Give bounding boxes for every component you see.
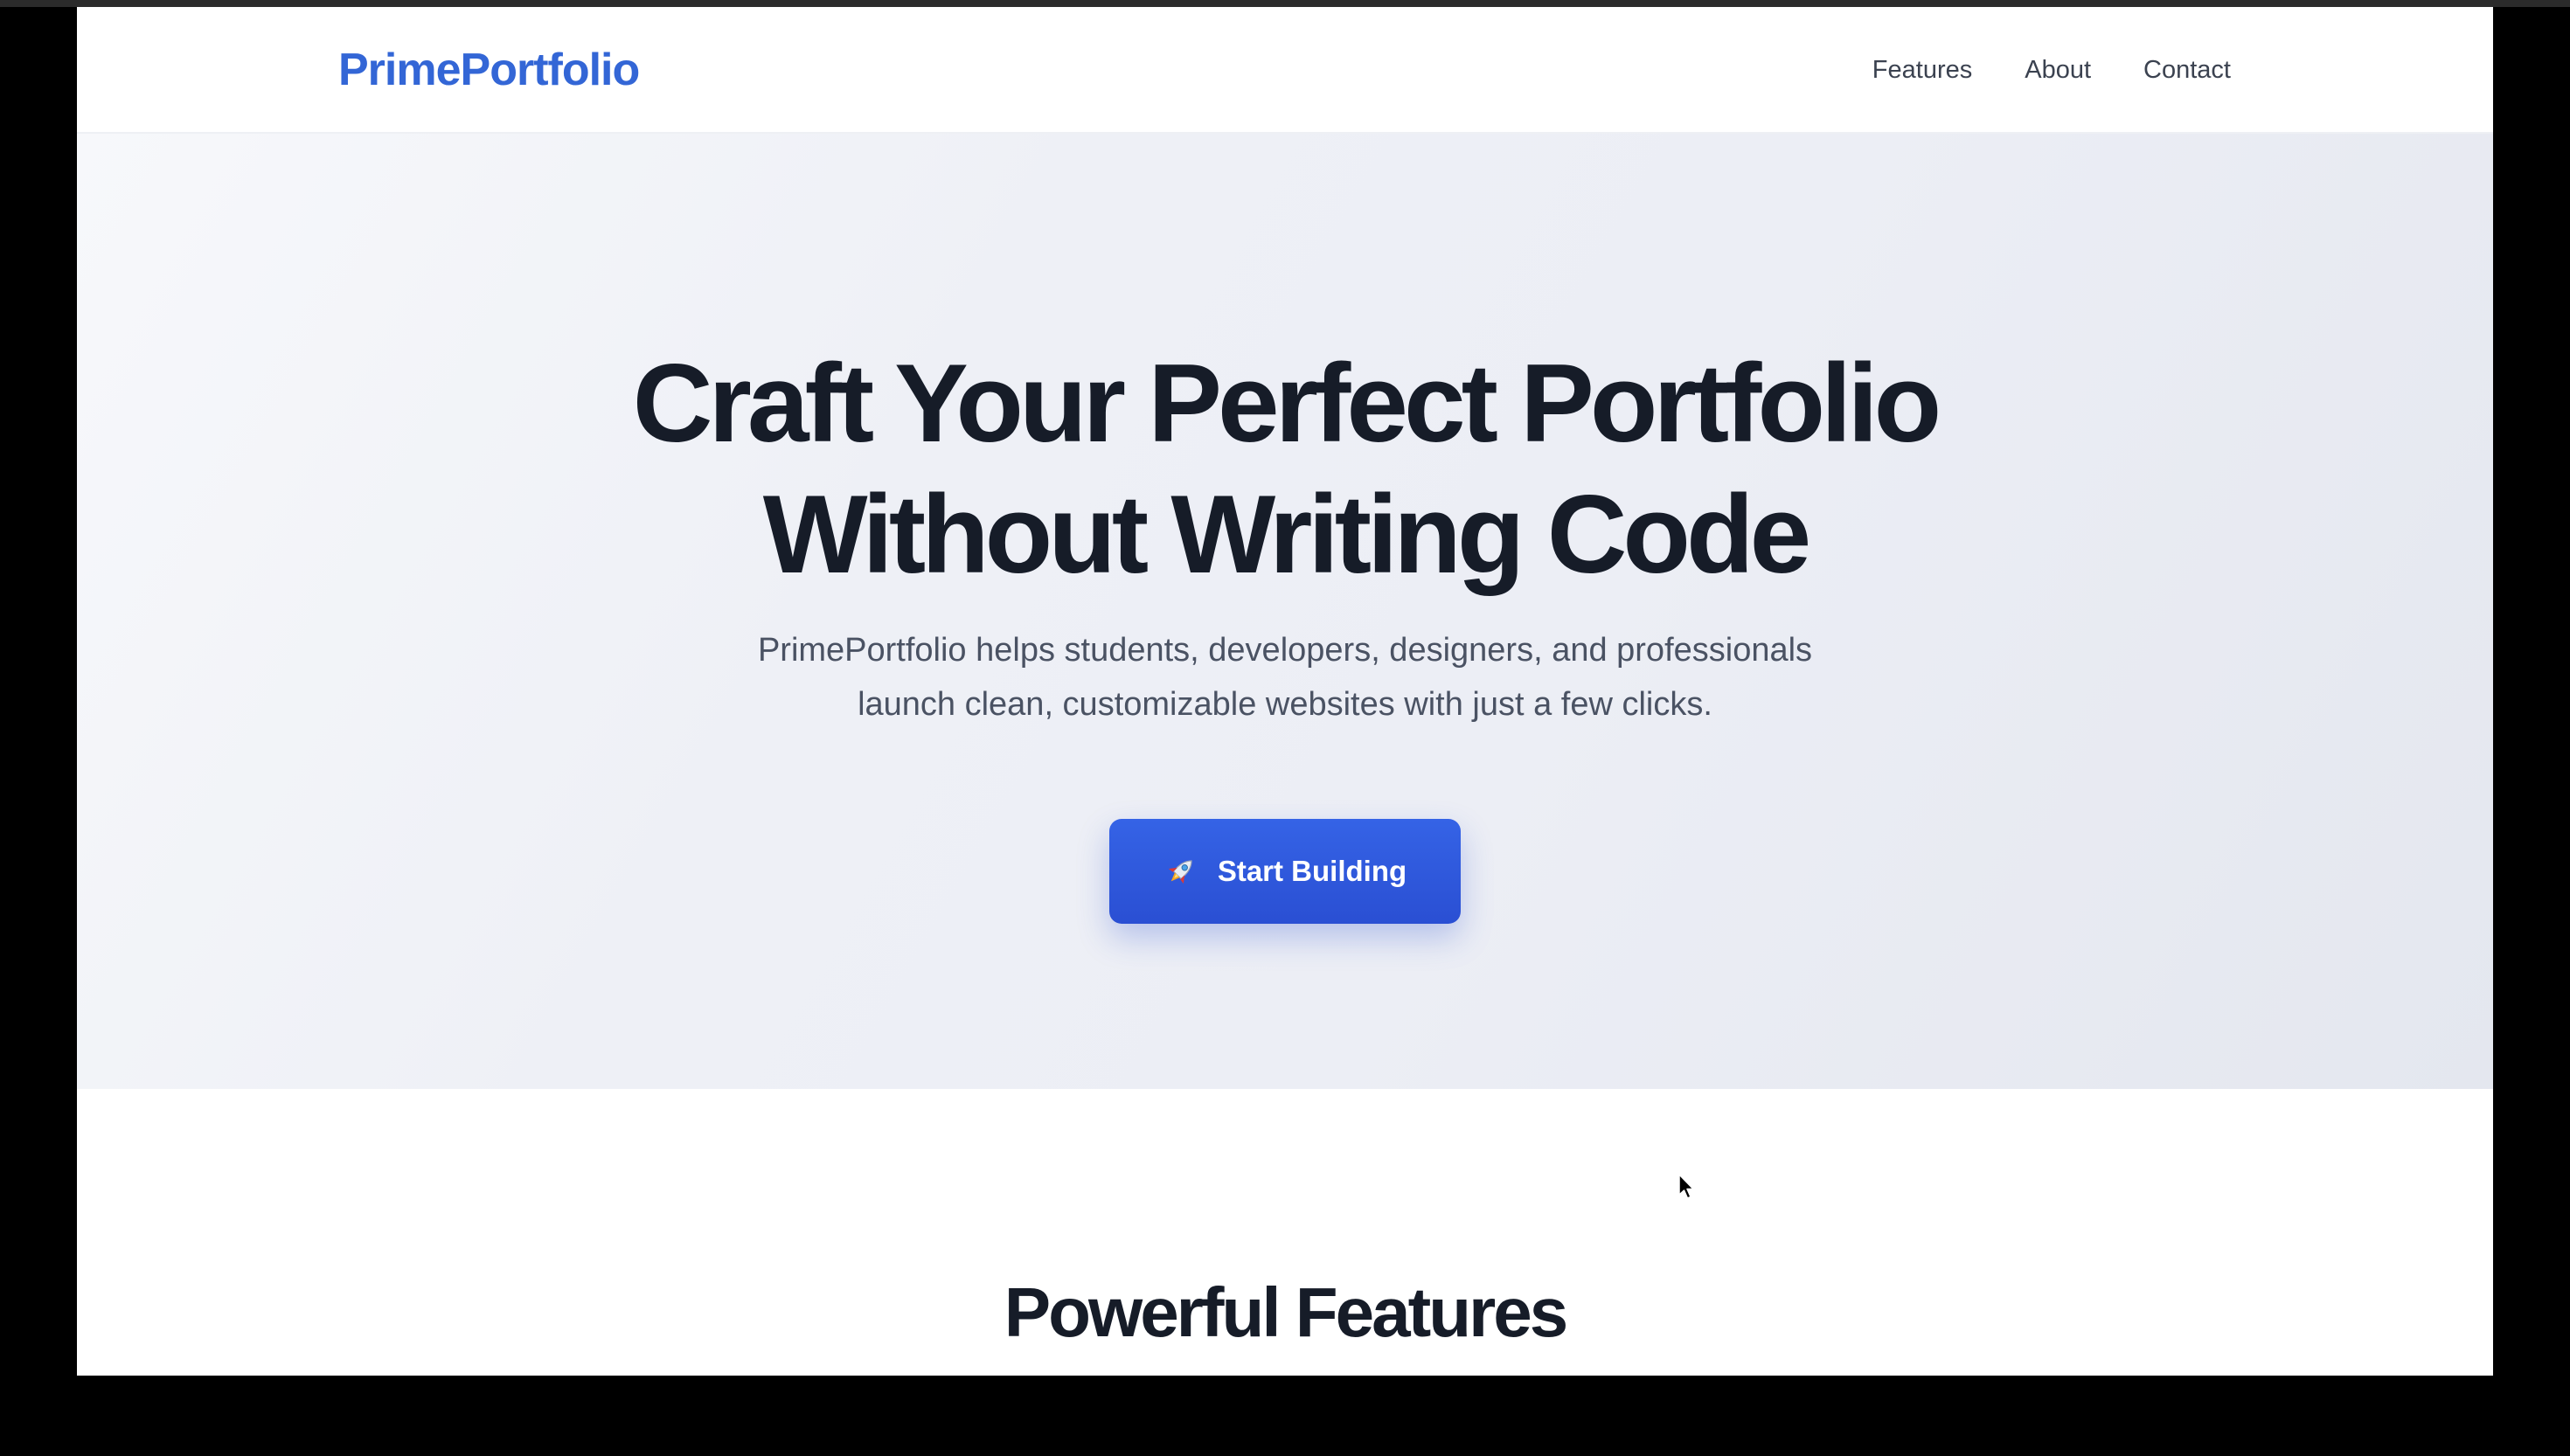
mouse-cursor-icon <box>1678 1174 1694 1199</box>
hero-subtitle-line-2: launch clean, customizable websites with… <box>858 686 1712 723</box>
brand-logo-link[interactable]: PrimePortfolio <box>338 44 640 96</box>
features-section: Powerful Features <box>77 1089 2493 1376</box>
browser-top-strip <box>0 0 2570 7</box>
site-header: PrimePortfolio Features About Contact <box>77 7 2493 134</box>
nav-link-contact[interactable]: Contact <box>2143 56 2231 85</box>
rocket-icon <box>1168 860 1192 884</box>
hero-subtitle-line-1: PrimePortfolio helps students, developer… <box>757 632 1813 669</box>
browser-viewport: PrimePortfolio Features About Contact Cr… <box>77 7 2493 1376</box>
nav-link-features[interactable]: Features <box>1872 56 1972 85</box>
hero-title-line-2: Without Writing Code <box>762 472 1811 596</box>
main-nav: Features About Contact <box>1872 56 2231 85</box>
hero-title-line-1: Craft Your Perfect Portfolio <box>632 341 1941 465</box>
nav-link-about[interactable]: About <box>2025 56 2091 85</box>
hero-section: Craft Your Perfect Portfolio Without Wri… <box>77 134 2493 1089</box>
hero-title: Craft Your Perfect Portfolio Without Wri… <box>77 337 2493 600</box>
start-building-button[interactable]: Start Building <box>1109 819 1461 924</box>
start-building-label: Start Building <box>1217 855 1407 887</box>
hero-subtitle: PrimePortfolio helps students, developer… <box>77 623 2493 731</box>
features-title: Powerful Features <box>1004 1273 1569 1351</box>
